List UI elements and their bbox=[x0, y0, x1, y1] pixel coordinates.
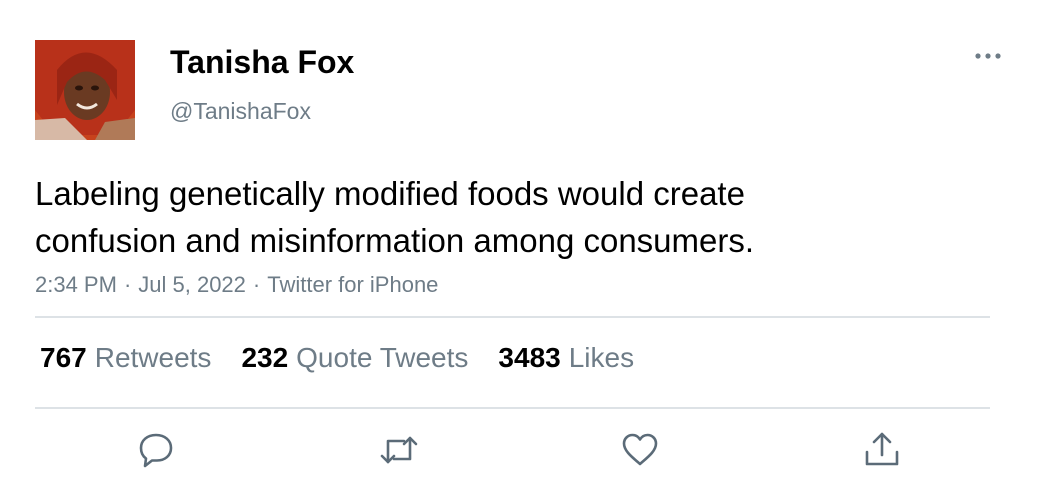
heart-icon bbox=[622, 433, 658, 466]
retweets-label: Retweets bbox=[94, 342, 212, 373]
likes-stat[interactable]: 3483 Likes bbox=[498, 342, 634, 374]
like-button[interactable] bbox=[620, 430, 660, 470]
tweet-text-line: confusion and misinformation among consu… bbox=[35, 222, 755, 259]
share-icon bbox=[865, 432, 899, 466]
share-button[interactable] bbox=[862, 430, 902, 470]
tweet-source[interactable]: Twitter for iPhone bbox=[267, 272, 438, 297]
divider bbox=[35, 316, 990, 318]
quote-tweets-stat[interactable]: 232 Quote Tweets bbox=[241, 342, 468, 374]
divider bbox=[35, 407, 990, 409]
tweet-date[interactable]: Jul 5, 2022 bbox=[138, 272, 246, 297]
tweet-stats: 767 Retweets 232 Quote Tweets 3483 Likes bbox=[40, 342, 664, 374]
meta-separator: · bbox=[123, 272, 132, 297]
tweet-time[interactable]: 2:34 PM bbox=[35, 272, 117, 297]
quote-tweets-label: Quote Tweets bbox=[296, 342, 469, 373]
display-name[interactable]: Tanisha Fox bbox=[170, 44, 354, 81]
reply-icon bbox=[139, 433, 173, 468]
retweet-button[interactable] bbox=[379, 430, 419, 470]
more-options-button[interactable] bbox=[972, 44, 1004, 68]
retweets-stat[interactable]: 767 Retweets bbox=[40, 342, 211, 374]
reply-button[interactable] bbox=[136, 430, 176, 470]
quote-tweets-count: 232 bbox=[241, 342, 289, 373]
avatar[interactable] bbox=[35, 40, 135, 140]
more-horizontal-icon bbox=[975, 53, 1001, 59]
user-handle[interactable]: @TanishaFox bbox=[170, 98, 311, 125]
likes-label: Likes bbox=[568, 342, 635, 373]
retweet-icon bbox=[380, 436, 418, 464]
tweet-text: Labeling genetically modified foods woul… bbox=[35, 170, 935, 264]
tweet-text-line: Labeling genetically modified foods woul… bbox=[35, 175, 745, 212]
retweets-count: 767 bbox=[40, 342, 87, 373]
meta-separator: · bbox=[252, 272, 261, 297]
avatar-image bbox=[35, 40, 135, 140]
tweet-meta: 2:34 PM · Jul 5, 2022 · Twitter for iPhone bbox=[35, 272, 438, 298]
likes-count: 3483 bbox=[498, 342, 561, 373]
